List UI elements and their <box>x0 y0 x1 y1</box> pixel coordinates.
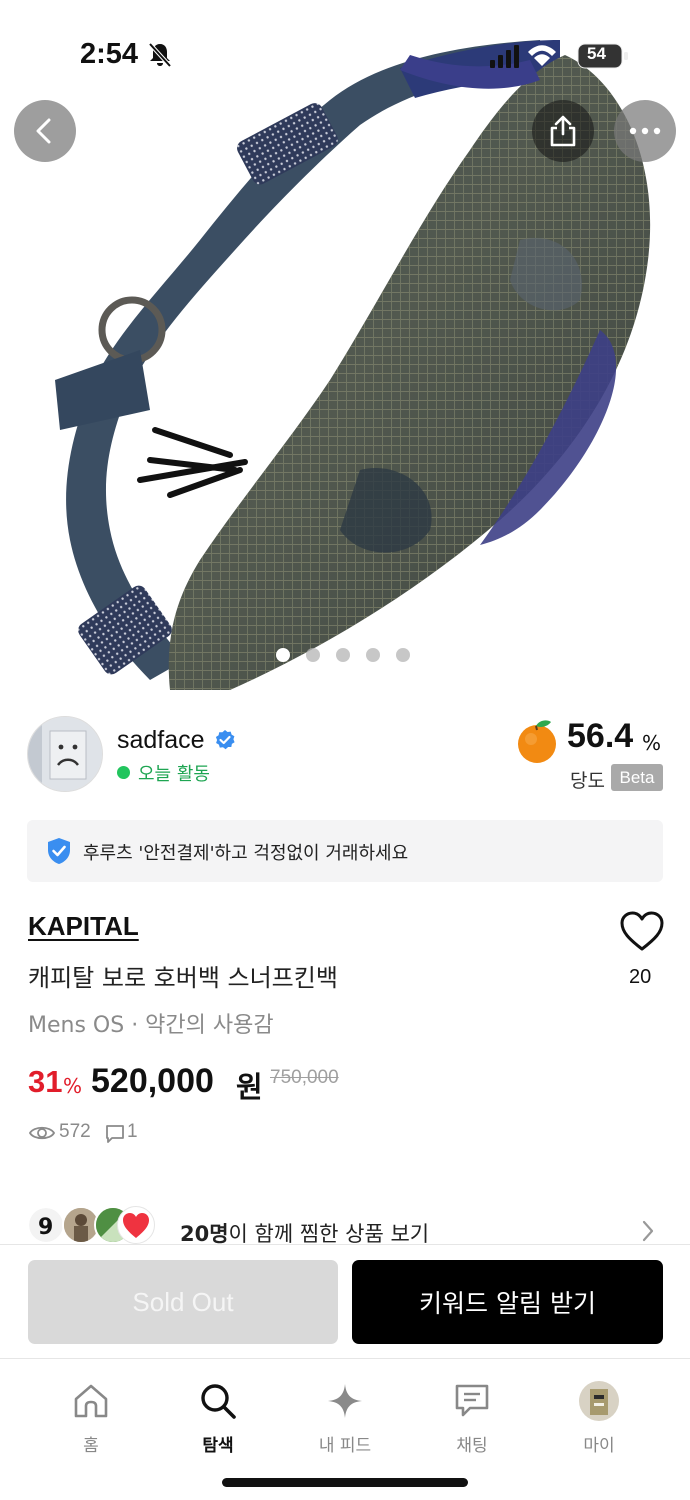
sale-price: 520,000 <box>91 1062 214 1100</box>
online-status-dot <box>117 766 130 779</box>
carousel-indicator <box>276 648 410 662</box>
home-indicator <box>222 1478 468 1487</box>
tab-label: 내 피드 <box>318 1436 372 1456</box>
safe-payment-banner[interactable]: 후루츠 '안전결제'하고 걱정없이 거래하세요 <box>27 820 663 882</box>
brand-link[interactable]: KAPITAL <box>28 911 139 942</box>
product-size-condition: Mens OS · 약간의 사용감 <box>28 1013 274 1038</box>
original-price: 750,000 <box>270 1067 339 1088</box>
tab-label: 채팅 <box>456 1436 488 1456</box>
carousel-dot[interactable] <box>366 648 380 662</box>
tab-my-feed[interactable]: 내 피드 <box>290 1377 400 1457</box>
liked-together-row[interactable]: 9 20명이 함께 찜한 상품 보기 <box>0 1200 690 1244</box>
liked-together-text: 20명이 함께 찜한 상품 보기 <box>180 1218 429 1244</box>
heart-filled-icon <box>117 1206 155 1244</box>
battery-level: 54 <box>587 44 606 63</box>
view-count: 572 <box>59 1121 91 1142</box>
keyword-alert-button[interactable]: 키워드 알림 받기 <box>352 1260 663 1344</box>
comment-icon <box>105 1124 125 1148</box>
seller-activity: 오늘 활동 <box>138 764 210 785</box>
bottom-action-bar: Sold Out 키워드 알림 받기 <box>0 1244 690 1358</box>
sad-face-avatar-image <box>28 717 102 791</box>
more-horizontal-icon <box>629 127 661 135</box>
home-icon <box>74 1384 108 1418</box>
bottom-tab-bar: 홈 탐색 내 피드 채팅 마이 <box>0 1358 690 1500</box>
status-bar: 2:54 54 <box>0 0 690 110</box>
share-button[interactable] <box>532 100 594 162</box>
share-icon <box>550 115 576 147</box>
seller-name[interactable]: sadface <box>117 726 205 755</box>
carousel-dot[interactable] <box>396 648 410 662</box>
profile-avatar-icon <box>579 1381 619 1421</box>
liker-avatar: 9 <box>27 1206 65 1244</box>
back-button[interactable] <box>14 100 76 162</box>
tab-my-page[interactable]: 마이 <box>544 1377 654 1457</box>
eye-icon <box>28 1124 56 1146</box>
carousel-dot[interactable] <box>276 648 290 662</box>
sweetness-unit: % <box>642 731 662 755</box>
tab-label: 마이 <box>583 1436 615 1456</box>
tab-explore[interactable]: 탐색 <box>163 1377 273 1457</box>
tab-label: 홈 <box>83 1436 99 1456</box>
tab-home[interactable]: 홈 <box>36 1377 146 1457</box>
price-currency: 원 <box>236 1070 263 1104</box>
like-count: 20 <box>629 966 652 988</box>
status-time: 2:54 <box>80 38 139 70</box>
sparkle-icon <box>328 1384 362 1418</box>
status-indicators: 54 <box>490 42 630 70</box>
carousel-dot[interactable] <box>336 648 350 662</box>
chat-icon <box>455 1384 489 1417</box>
tab-label: 탐색 <box>202 1436 234 1456</box>
verified-badge-icon <box>214 729 236 755</box>
chevron-right-icon <box>641 1220 655 1244</box>
comment-count: 1 <box>127 1121 138 1142</box>
tab-chat[interactable]: 채팅 <box>417 1377 527 1457</box>
sweetness-label: 당도 <box>570 770 605 792</box>
sold-out-button[interactable]: Sold Out <box>28 1260 338 1344</box>
more-options-button[interactable] <box>614 100 676 162</box>
svg-text:9: 9 <box>38 1215 53 1240</box>
bell-muted-icon <box>148 42 172 72</box>
chevron-left-icon <box>36 118 51 144</box>
sweetness-score: 56.4 <box>567 717 634 755</box>
signal-wifi-battery-icon <box>490 43 628 69</box>
like-button[interactable] <box>619 910 665 952</box>
search-icon <box>201 1384 236 1419</box>
seller-avatar[interactable] <box>27 716 103 792</box>
shield-check-icon <box>47 837 71 869</box>
carousel-dot[interactable] <box>306 648 320 662</box>
liked-together-label: 이 함께 찜한 상품 보기 <box>228 1222 430 1244</box>
liked-together-count: 20명 <box>180 1222 229 1244</box>
product-image-carousel[interactable]: 2:54 54 <box>0 0 690 690</box>
discount-unit: % <box>63 1074 83 1098</box>
discount-rate: 31 <box>28 1064 63 1099</box>
beta-badge: Beta <box>611 764 663 791</box>
product-title: 캐피탈 보로 호버백 스너프킨백 <box>28 964 338 992</box>
heart-outline-icon <box>620 911 664 951</box>
tangerine-icon <box>514 718 560 768</box>
safe-payment-text: 후루츠 '안전결제'하고 걱정없이 거래하세요 <box>83 843 409 864</box>
